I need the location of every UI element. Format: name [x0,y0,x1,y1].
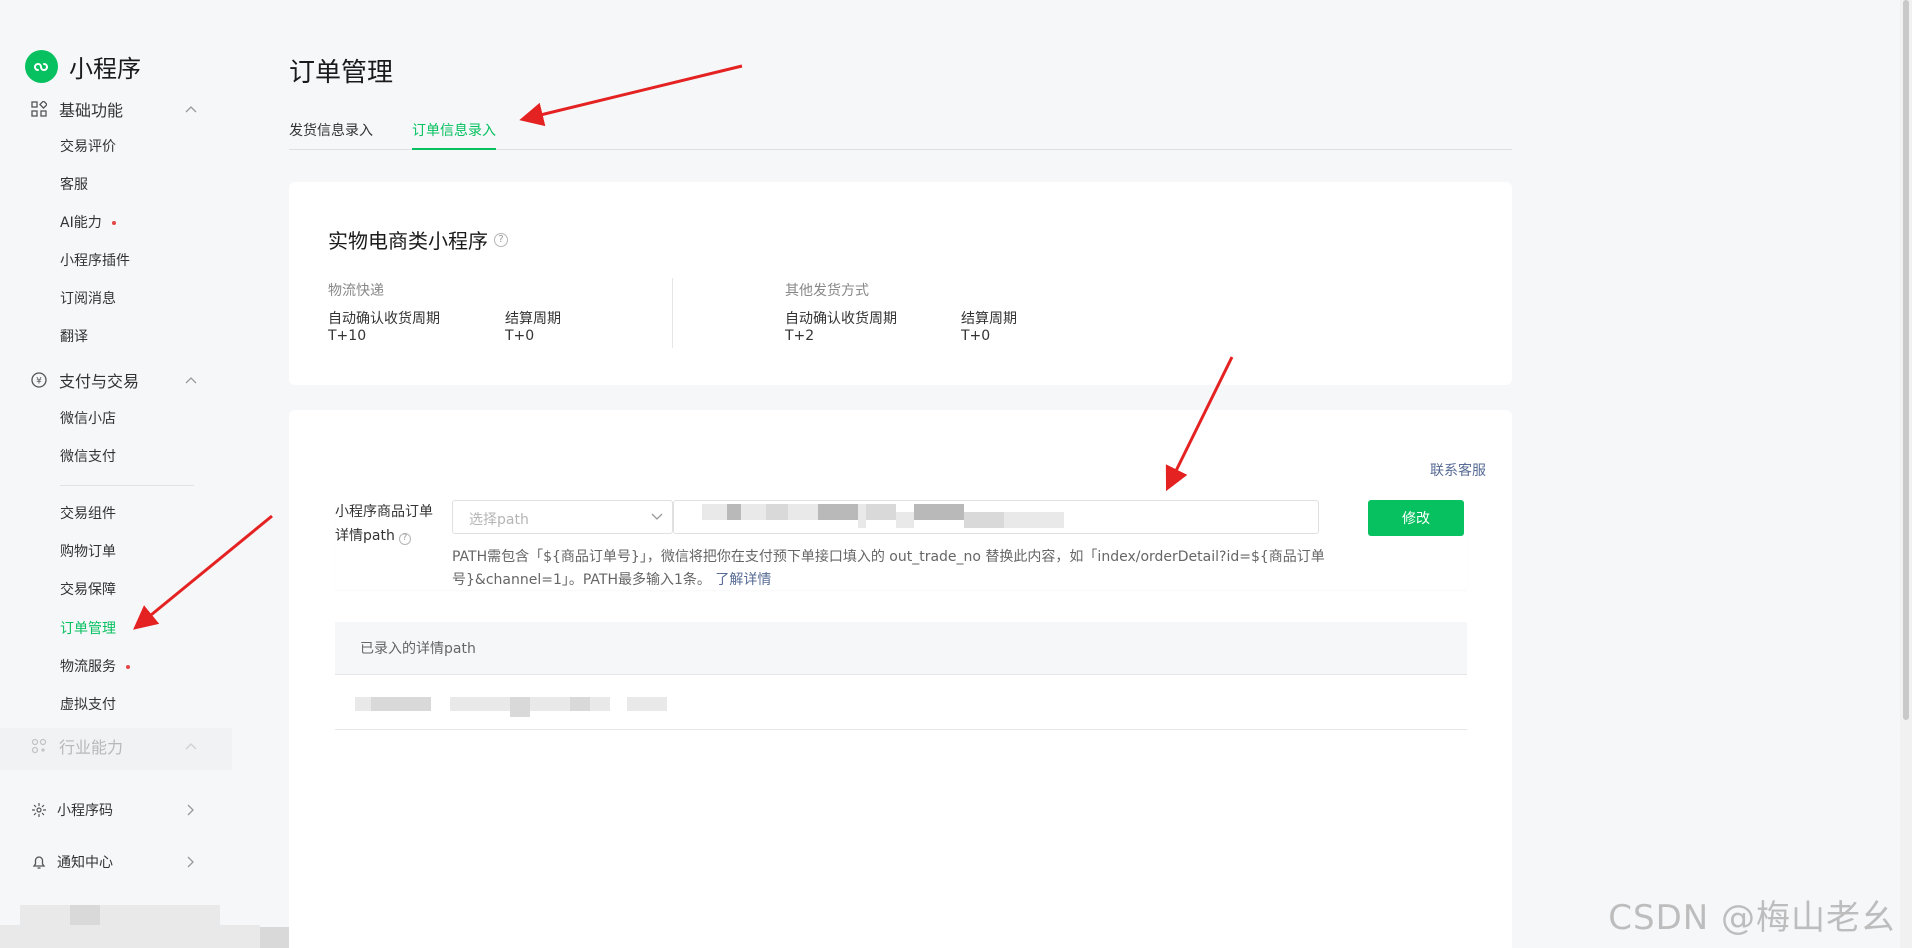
chevron-right-icon [182,853,200,871]
sidebar-item-virtual-pay[interactable]: 虚拟支付 [60,695,116,715]
tab-order-info[interactable]: 订单信息录入 [412,120,496,150]
field-key: 结算周期 [505,311,561,327]
path-input[interactable] [673,500,1319,534]
path-form: 小程序商品订单 详情path? 选择path 修改 PATH需包含「${商品订单… [335,500,1467,590]
sidebar-item-trade-component[interactable]: 交易组件 [60,504,116,524]
sidebar-divider [60,485,194,486]
sidebar-group-label: 支付与交易 [59,372,140,391]
field-key: 自动确认收货周期 [328,311,440,327]
merchant-type-card: 实物电商类小程序 ? 物流快递 自动确认收货周期 T+10 结算周期 T+0 其… [289,182,1512,385]
sidebar-link-notifications[interactable]: 通知中心 [30,850,200,874]
card-title-text: 实物电商类小程序 [328,229,488,253]
field-value: T+0 [505,328,535,344]
industry-icon [30,737,48,755]
yuan-icon: ¥ [30,371,48,389]
svg-text:¥: ¥ [36,377,42,387]
section-label-express: 物流快递 [328,283,384,299]
table-row [335,675,1467,730]
sidebar-link-label: 小程序码 [57,803,113,819]
sidebar-group-label: 行业能力 [59,738,124,757]
form-label-text: 详情path [335,528,395,544]
new-dot [126,665,130,669]
contact-support-link[interactable]: 联系客服 [1430,460,1486,480]
tab-shipping-info[interactable]: 发货信息录入 [289,120,373,150]
chevron-up-icon [182,371,200,389]
sidebar-item-order-management[interactable]: 订单管理 [60,619,116,639]
path-hint: PATH需包含「${商品订单号}」，微信将把你在支付预下单接口填入的 out_t… [452,546,1332,592]
sidebar-item-plugins[interactable]: 小程序插件 [60,251,130,271]
new-dot [111,221,116,225]
scrollbar-thumb[interactable] [1903,0,1909,720]
qrcode-icon [30,801,48,819]
miniprogram-logo-icon [25,50,58,83]
sidebar-item-shopping-orders[interactable]: 购物订单 [60,542,116,562]
sidebar-item-subscribe[interactable]: 订阅消息 [60,289,116,309]
sidebar-group-industry[interactable]: 行业能力 [30,734,200,758]
sidebar-link-label: 通知中心 [57,855,113,871]
learn-more-link[interactable]: 了解详情 [715,572,771,588]
form-label-line2: 详情path? [335,524,445,548]
modify-button[interactable]: 修改 [1368,500,1464,536]
watermark: CSDN @梅山老幺 [1608,898,1896,938]
table-header: 已录入的详情path [335,622,1467,675]
sidebar-item-label: AI能力 [60,215,102,231]
help-icon[interactable]: ? [494,232,508,247]
sidebar-item-translate[interactable]: 翻译 [60,327,88,347]
form-label: 小程序商品订单 详情path? [335,500,445,548]
hint-text: PATH需包含「${商品订单号}」，微信将把你在支付预下单接口填入的 out_t… [452,549,1325,588]
field-key: 结算周期 [961,311,1017,327]
field-value: T+10 [328,328,367,344]
sidebar-item-customer-service[interactable]: 客服 [60,175,88,195]
order-path-card: 联系客服 小程序商品订单 详情path? 选择path 修改 PATH需包含「$… [289,410,1512,948]
field-value: T+2 [785,328,815,344]
app-title: 小程序 [69,55,141,83]
field-value: T+0 [961,328,991,344]
scrollbar[interactable] [1900,0,1912,948]
chevron-right-icon [182,801,200,819]
arrow-to-tab [519,64,743,127]
select-placeholder: 选择path [469,512,529,528]
sidebar-item-wechat-shop[interactable]: 微信小店 [60,409,116,429]
card-title: 实物电商类小程序 ? [328,225,508,254]
form-label-line1: 小程序商品订单 [335,504,433,520]
table-header-label: 已录入的详情path [360,641,476,657]
sidebar-item-logistics[interactable]: 物流服务 [60,657,130,677]
bell-icon [30,853,48,871]
sidebar: 小程序 基础功能 交易评价 客服 AI能力 小程序插件 订阅消息 翻译 ¥ 支付… [0,0,232,948]
sidebar-group-label: 基础功能 [59,101,124,120]
help-icon[interactable]: ? [398,532,411,545]
section-label-other: 其他发货方式 [785,283,869,299]
page-title: 订单管理 [289,58,394,88]
section-divider [672,278,673,348]
sidebar-item-ai[interactable]: AI能力 [60,213,116,233]
grid-icon [30,100,48,118]
path-select[interactable]: 选择path [452,500,673,534]
sidebar-item-label: 物流服务 [60,659,116,675]
sidebar-group-payment[interactable]: ¥ 支付与交易 [30,368,200,392]
field-key: 自动确认收货周期 [785,311,897,327]
sidebar-link-qrcode[interactable]: 小程序码 [30,798,200,822]
sidebar-item-wechat-pay[interactable]: 微信支付 [60,447,116,467]
sidebar-item-trade-guarantee[interactable]: 交易保障 [60,580,116,600]
chevron-up-icon [182,100,200,118]
sidebar-item-trade-review[interactable]: 交易评价 [60,137,116,157]
tab-bar: 发货信息录入 订单信息录入 [289,116,1512,150]
sidebar-group-basic[interactable]: 基础功能 [30,97,200,121]
chevron-up-icon [182,737,200,755]
chevron-down-icon [650,510,664,524]
app-logo[interactable]: 小程序 [25,49,141,84]
